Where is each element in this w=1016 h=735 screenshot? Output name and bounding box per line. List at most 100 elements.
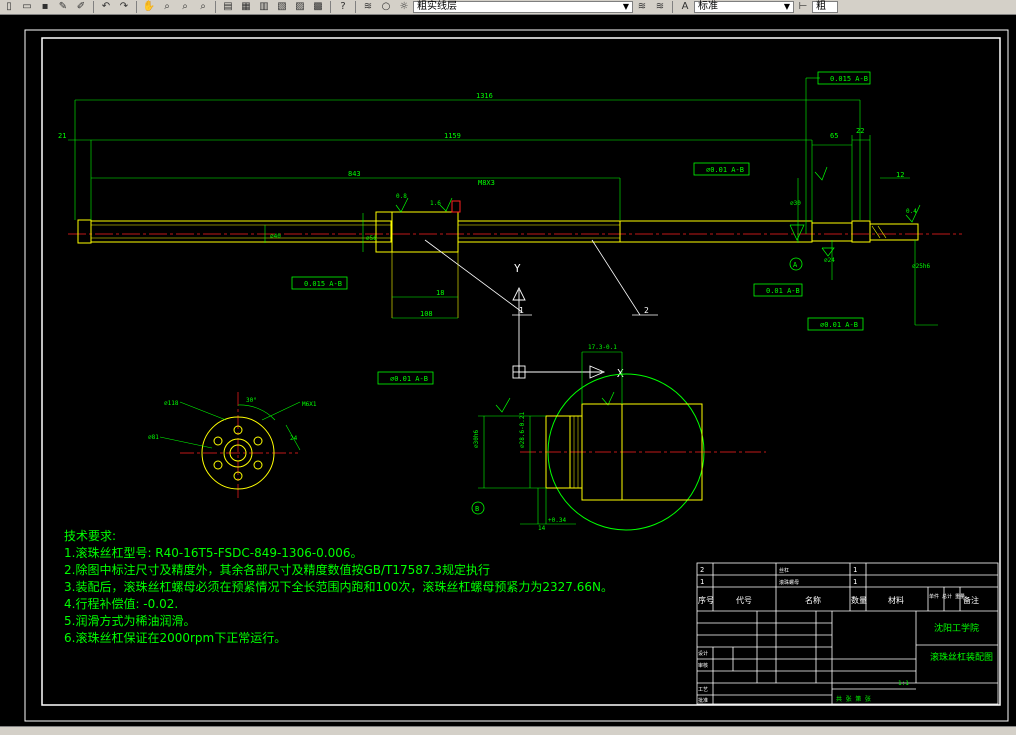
notes-line-6: 6.滚珠丝杠保证在2000rpm下正常运行。	[64, 631, 287, 645]
tol-detail: ⌀0.01 A-B	[390, 375, 428, 383]
datum-a: A	[793, 261, 798, 269]
leader-labels: 1 2	[519, 306, 649, 315]
text-style-combo-value: 标准	[698, 1, 718, 12]
tb-drawing-name: 滚珠丝杠装配图	[930, 651, 993, 663]
dim-nut-thread: M8X3	[478, 179, 495, 187]
chevron-down-icon: ▼	[783, 2, 790, 11]
brush-icon[interactable]: ✐	[74, 1, 88, 13]
datum-markers: A B	[471, 257, 803, 515]
detail-dia2: ⌀28.6-0.21	[519, 411, 526, 448]
notes-line-5: 5.润滑方式为稀油润滑。	[64, 614, 196, 628]
notes-heading: 技术要求:	[64, 529, 117, 543]
design-center-icon[interactable]: ▦	[239, 1, 253, 13]
tb-row1-qty: 1	[853, 578, 857, 586]
ucs-x: X	[617, 367, 624, 380]
ucs-y: Y	[514, 262, 521, 275]
toolbar-separator	[330, 1, 331, 13]
right-combo-value: 粗	[816, 1, 826, 12]
tb-process: 工艺	[698, 687, 708, 693]
right-combo[interactable]: 粗	[812, 1, 838, 13]
calculator-icon[interactable]: ▩	[311, 1, 325, 13]
layer-previous-icon[interactable]: ≋	[635, 1, 649, 13]
flange-thread: M6X1	[302, 401, 317, 408]
undo-icon[interactable]: ↶	[99, 1, 113, 13]
dim-dia-30: ⌀30	[790, 200, 801, 207]
tb-hdr-material: 材料	[888, 595, 904, 605]
title-block-school: 沈阳工学院 滚珠丝杠装配图 1:1 共 张 第 张	[836, 622, 993, 703]
tb-row2-name: 丝杠	[779, 567, 789, 574]
toolbar-separator	[215, 1, 216, 13]
tb-scale: 1:1	[898, 680, 909, 687]
zoom-realtime-icon[interactable]: ⌕	[160, 1, 174, 13]
layer-manager-icon[interactable]: ≋	[361, 1, 375, 13]
new-file-icon[interactable]: ▯	[2, 1, 16, 13]
tolerance-texts: 0.015 A-B ⌀0.01 A-B 0.015 A-B 0.01 A-B ⌀…	[304, 75, 868, 383]
toolbar: ▯ ▭ ▪ ✎ ✐ ↶ ↷ ✋ ⌕ ⌕ ⌕ ▤ ▦ ▥ ▧ ▨ ▩ ? ≋ ○ …	[0, 0, 1016, 15]
pan-icon[interactable]: ✋	[142, 1, 156, 13]
redo-icon[interactable]: ↷	[117, 1, 131, 13]
dim-dia-40: ⌀40	[270, 233, 281, 240]
tool-palette-icon[interactable]: ▥	[257, 1, 271, 13]
tb-row2-qty: 1	[853, 566, 857, 574]
rough-16: 1.6	[430, 200, 441, 207]
detail-width: 17.3-0.1	[588, 344, 617, 351]
flange-angle: 30°	[246, 397, 257, 404]
datum-b: B	[475, 505, 479, 513]
pencil-icon[interactable]: ✎	[56, 1, 70, 13]
tb-designer: 设计	[698, 650, 708, 657]
rough-08: 0.8	[396, 193, 407, 200]
open-file-icon[interactable]: ▭	[20, 1, 34, 13]
toolbar-separator	[136, 1, 137, 13]
toolbar-separator	[672, 1, 673, 13]
roughness-symbols	[395, 166, 921, 413]
tol-top: 0.015 A-B	[830, 75, 868, 83]
layer-combo[interactable]: 粗实线层 ▼	[413, 1, 633, 13]
tb-hdr-name: 名称	[805, 595, 821, 605]
tb-row1-no: 1	[700, 578, 704, 586]
tb-approve: 批准	[698, 697, 708, 704]
notes-line-3: 3.装配后，滚珠丝杠螺母必须在预紧情况下全长范围内跑和100次，滚珠丝杠螺母预紧…	[64, 580, 613, 594]
leader-lines	[424, 239, 658, 316]
flange-dia: ⌀118	[164, 400, 179, 407]
tb-checker: 审核	[698, 662, 708, 669]
toolbar-separator	[93, 1, 94, 13]
chevron-down-icon: ▼	[622, 2, 629, 11]
tol-right2: ⌀0.01 A-B	[820, 321, 858, 329]
dim-style-icon[interactable]: ⊢	[796, 1, 810, 13]
text-style-icon[interactable]: A	[678, 1, 692, 13]
tb-hdr-remark: 备注	[963, 595, 979, 605]
layer-combo-value: 粗实线层	[417, 1, 457, 12]
dim-nut-len: 108	[420, 310, 433, 318]
ucs-icon	[512, 286, 606, 379]
help-icon[interactable]: ?	[336, 1, 350, 13]
layer-states-icon[interactable]: ≋	[653, 1, 667, 13]
dim-right-seg: 65	[830, 132, 838, 140]
dim-dia-25: ⌀25h6	[912, 263, 930, 270]
markup-icon[interactable]: ▨	[293, 1, 307, 13]
detail-dia: ⌀30h6	[473, 430, 480, 448]
lightbulb-icon[interactable]: ○	[379, 1, 393, 13]
tb-hdr-code: 代号	[736, 595, 752, 605]
dim-dia-24: ⌀24	[824, 257, 835, 264]
dim-nut-flange: 18	[436, 289, 444, 297]
leader-1: 1	[519, 306, 524, 315]
sheet-set-icon[interactable]: ▧	[275, 1, 289, 13]
flange-val: 24	[290, 435, 298, 442]
dimension-lines	[68, 77, 938, 326]
dim-total-length: 1316	[476, 92, 493, 100]
zoom-previous-icon[interactable]: ⌕	[196, 1, 210, 13]
dim-right-end: 22	[856, 127, 864, 135]
sun-icon[interactable]: ☼	[397, 1, 411, 13]
leader-2: 2	[644, 306, 649, 315]
save-icon[interactable]: ▪	[38, 1, 52, 13]
tb-hdr-weight: 单件 总计 重量	[929, 593, 965, 600]
ucs-labels: Y X	[514, 262, 624, 380]
tolerance-frames	[291, 71, 871, 385]
zoom-window-icon[interactable]: ⌕	[178, 1, 192, 13]
properties-icon[interactable]: ▤	[221, 1, 235, 13]
notes-line-1: 1.滚珠丝杠型号: R40-16T5-FSDC-849-1306-0.006。	[64, 546, 363, 560]
dim-right-small: 12	[896, 171, 904, 179]
text-style-combo[interactable]: 标准 ▼	[694, 1, 794, 13]
notes-line-4: 4.行程补偿值: -0.02.	[64, 597, 179, 611]
tb-row1-name: 滚珠螺母	[779, 579, 799, 586]
